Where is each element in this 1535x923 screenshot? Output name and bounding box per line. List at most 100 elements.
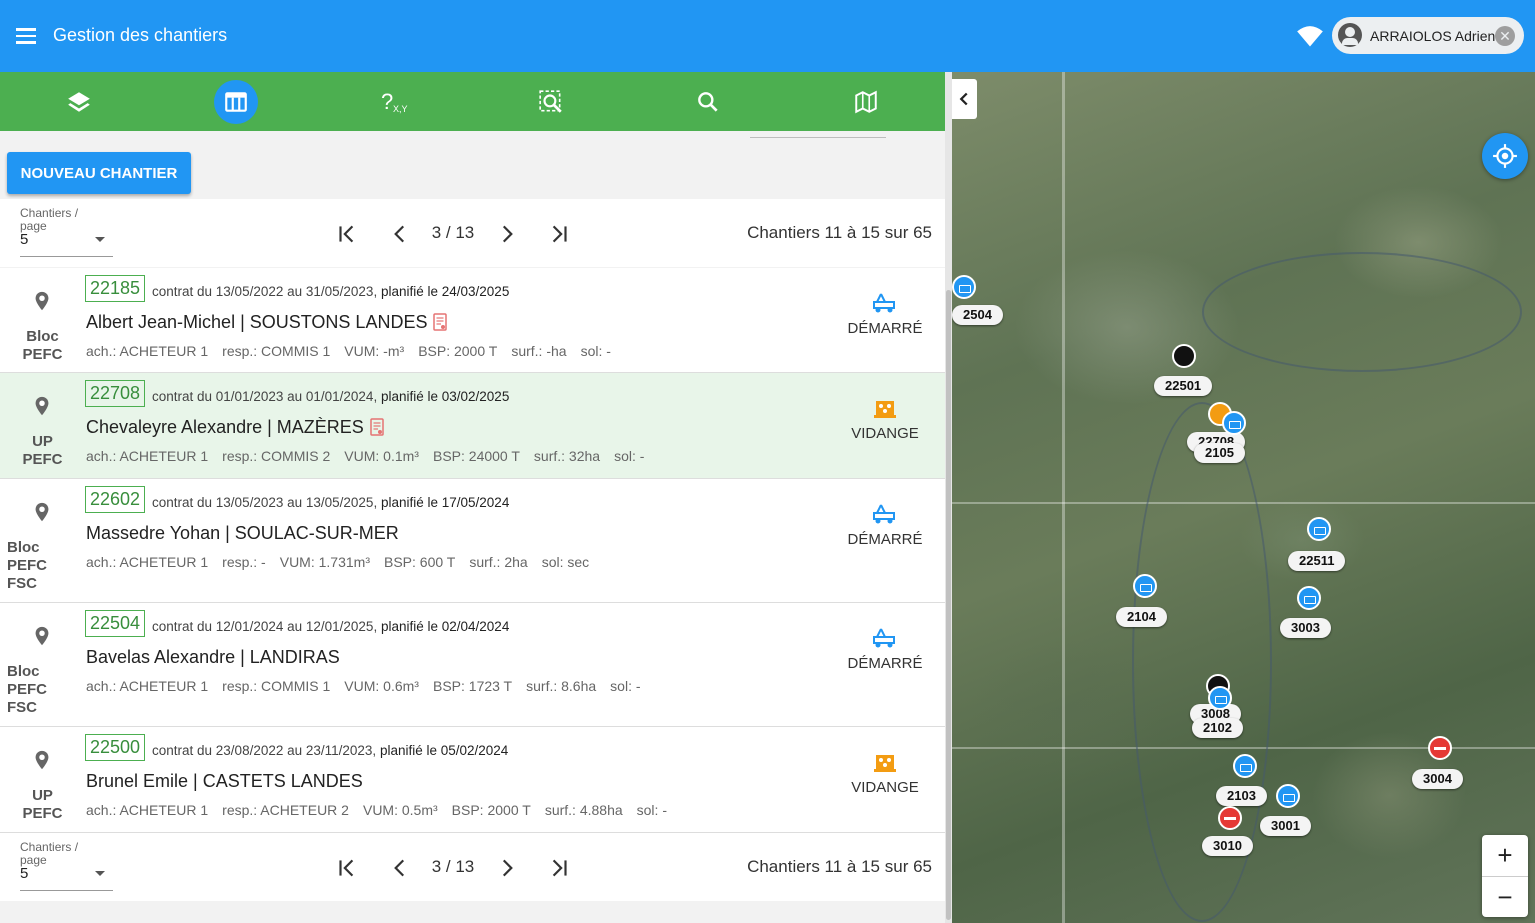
chantier-row[interactable]: Bloc PEFC FSC 22602 contrat du 13/05/2023 au…: [0, 479, 945, 603]
per-page-label: Chantiers / page: [20, 206, 79, 233]
detail-item: sol: -: [614, 448, 645, 464]
chantier-number[interactable]: 22185: [85, 275, 146, 302]
chantier-row[interactable]: Bloc PEFC FSC 22504 contrat du 12/01/2024 au…: [0, 603, 945, 727]
close-icon[interactable]: ✕: [1495, 26, 1515, 46]
first-page-icon[interactable]: [334, 855, 360, 881]
map-marker-label[interactable]: 2103: [1216, 786, 1267, 806]
certification-line: PEFC: [7, 681, 48, 698]
detail-item: surf.: 32ha: [533, 448, 601, 464]
location-pin-icon[interactable]: [31, 747, 53, 773]
chantier-row[interactable]: Bloc PEFC 22185 contrat du 13/05/2022 au 31…: [0, 268, 945, 373]
filter-underline: [750, 137, 886, 138]
prev-page-icon[interactable]: [387, 855, 413, 881]
status-label: DÉMARRÉ: [847, 320, 923, 337]
owner-location: Chevaleyre Alexandre | MAZÈRES: [86, 417, 384, 438]
map-marker-icon[interactable]: [1428, 736, 1452, 760]
map-marker-label[interactable]: 3001: [1260, 816, 1311, 836]
table-icon: [225, 92, 247, 112]
chantier-number[interactable]: 22708: [85, 380, 146, 407]
detail-item: ach.: ACHETEUR 1: [86, 343, 209, 359]
first-page-icon[interactable]: [334, 221, 360, 247]
map-marker-label[interactable]: 2104: [1116, 607, 1167, 627]
map-marker-icon[interactable]: [1297, 586, 1321, 610]
map-marker-icon[interactable]: [1222, 411, 1246, 435]
detail-item: surf.: 8.6ha: [526, 678, 597, 694]
map-marker-icon[interactable]: [1218, 806, 1242, 830]
zoom-area-button[interactable]: [529, 80, 573, 124]
user-chip[interactable]: ARRAIOLOS Adrien ✕: [1332, 17, 1524, 54]
certification-line: FSC: [7, 575, 37, 592]
map-view[interactable]: 2504 22501 22708 2105 22511 2104 3003 3008 2102 3…: [952, 72, 1535, 923]
avatar-icon: [1338, 23, 1362, 47]
zoom-in-button[interactable]: +: [1482, 835, 1528, 876]
chantier-number[interactable]: 22504: [85, 610, 146, 637]
contract-dates: contrat du 13/05/2022 au 31/05/2023, pla…: [152, 284, 510, 299]
list-scrollbar[interactable]: [945, 72, 952, 923]
document-icon[interactable]: [433, 313, 448, 331]
collapse-panel-button[interactable]: [952, 79, 977, 119]
new-chantier-button[interactable]: NOUVEAU CHANTIER: [7, 152, 191, 194]
location-pin-icon[interactable]: [31, 393, 53, 419]
svg-text:X,Y: X,Y: [393, 104, 408, 114]
map-marker-icon[interactable]: [952, 275, 976, 299]
status-label: DÉMARRÉ: [847, 531, 923, 548]
status-block: VIDANGE: [835, 751, 935, 796]
wifi-icon: [1297, 26, 1323, 47]
last-page-icon[interactable]: [546, 855, 572, 881]
next-page-icon[interactable]: [494, 221, 520, 247]
map-marker-label[interactable]: 2105: [1194, 443, 1245, 463]
page-indicator: 3 / 13: [431, 223, 475, 242]
certification-line: Bloc: [26, 328, 59, 345]
chantier-number[interactable]: 22602: [85, 486, 146, 513]
per-page-select[interactable]: 5: [20, 231, 113, 257]
chantier-row[interactable]: UP PEFC 22500 contrat du 23/08/2022 au 23/1…: [0, 727, 945, 833]
caret-down-icon: [95, 871, 105, 876]
zoom-out-button[interactable]: −: [1482, 876, 1528, 917]
document-icon[interactable]: [370, 418, 384, 436]
certification-line: PEFC: [7, 557, 48, 574]
map-marker-icon[interactable]: [1172, 344, 1196, 368]
table-button[interactable]: [214, 80, 258, 124]
map-marker-label[interactable]: 2504: [952, 305, 1003, 325]
last-page-icon[interactable]: [546, 221, 572, 247]
detail-item: sol: -: [580, 343, 611, 359]
map-marker-label[interactable]: 3010: [1202, 836, 1253, 856]
map-marker-label[interactable]: 3004: [1412, 769, 1463, 789]
detail-item: VUM: -m³: [344, 343, 405, 359]
location-pin-icon[interactable]: [31, 623, 53, 649]
detail-item: resp.: COMMIS 2: [222, 448, 331, 464]
forestry-machine-icon: [873, 504, 895, 524]
location-pin-icon[interactable]: [31, 288, 53, 314]
map-marker-icon[interactable]: [1276, 784, 1300, 808]
chantier-details: ach.: ACHETEUR 1 resp.: ACHETEUR 2 VUM: 0.…: [86, 802, 681, 818]
prev-page-icon[interactable]: [387, 221, 413, 247]
menu-icon[interactable]: [14, 24, 40, 48]
forestry-machine-icon: [873, 293, 895, 313]
map-button[interactable]: [844, 80, 888, 124]
scrollbar-thumb[interactable]: [946, 290, 951, 920]
per-page-select[interactable]: 5: [20, 865, 113, 891]
chantier-row[interactable]: UP PEFC 22708 contrat du 01/01/2023 au 01/0…: [0, 373, 945, 479]
map-marker-icon[interactable]: [1307, 517, 1331, 541]
layers-button[interactable]: [57, 80, 101, 124]
map-marker-label[interactable]: 22501: [1154, 376, 1213, 396]
map-marker-label[interactable]: 3003: [1280, 618, 1331, 638]
coordinates-query-button[interactable]: ? X,Y: [372, 80, 416, 124]
map-marker-icon[interactable]: [1208, 686, 1232, 710]
map-road: [1062, 72, 1065, 923]
search-button[interactable]: [686, 80, 730, 124]
svg-text:?: ?: [381, 89, 393, 114]
chantier-number[interactable]: 22500: [85, 734, 146, 761]
per-page-value: 5: [20, 865, 29, 882]
next-page-icon[interactable]: [494, 855, 520, 881]
detail-item: surf.: -ha: [511, 343, 567, 359]
log-pile-icon: [874, 755, 896, 772]
map-marker-label[interactable]: 2102: [1192, 718, 1243, 738]
map-marker-icon[interactable]: [1233, 754, 1257, 778]
app-bar: Gestion des chantiers ARRAIOLOS Adrien ✕: [0, 0, 1535, 72]
locate-button[interactable]: [1482, 133, 1528, 179]
map-marker-label[interactable]: 22511: [1288, 551, 1346, 571]
location-pin-icon[interactable]: [31, 499, 53, 525]
certification-label: UP PEFC: [0, 787, 85, 823]
map-marker-icon[interactable]: [1133, 574, 1157, 598]
